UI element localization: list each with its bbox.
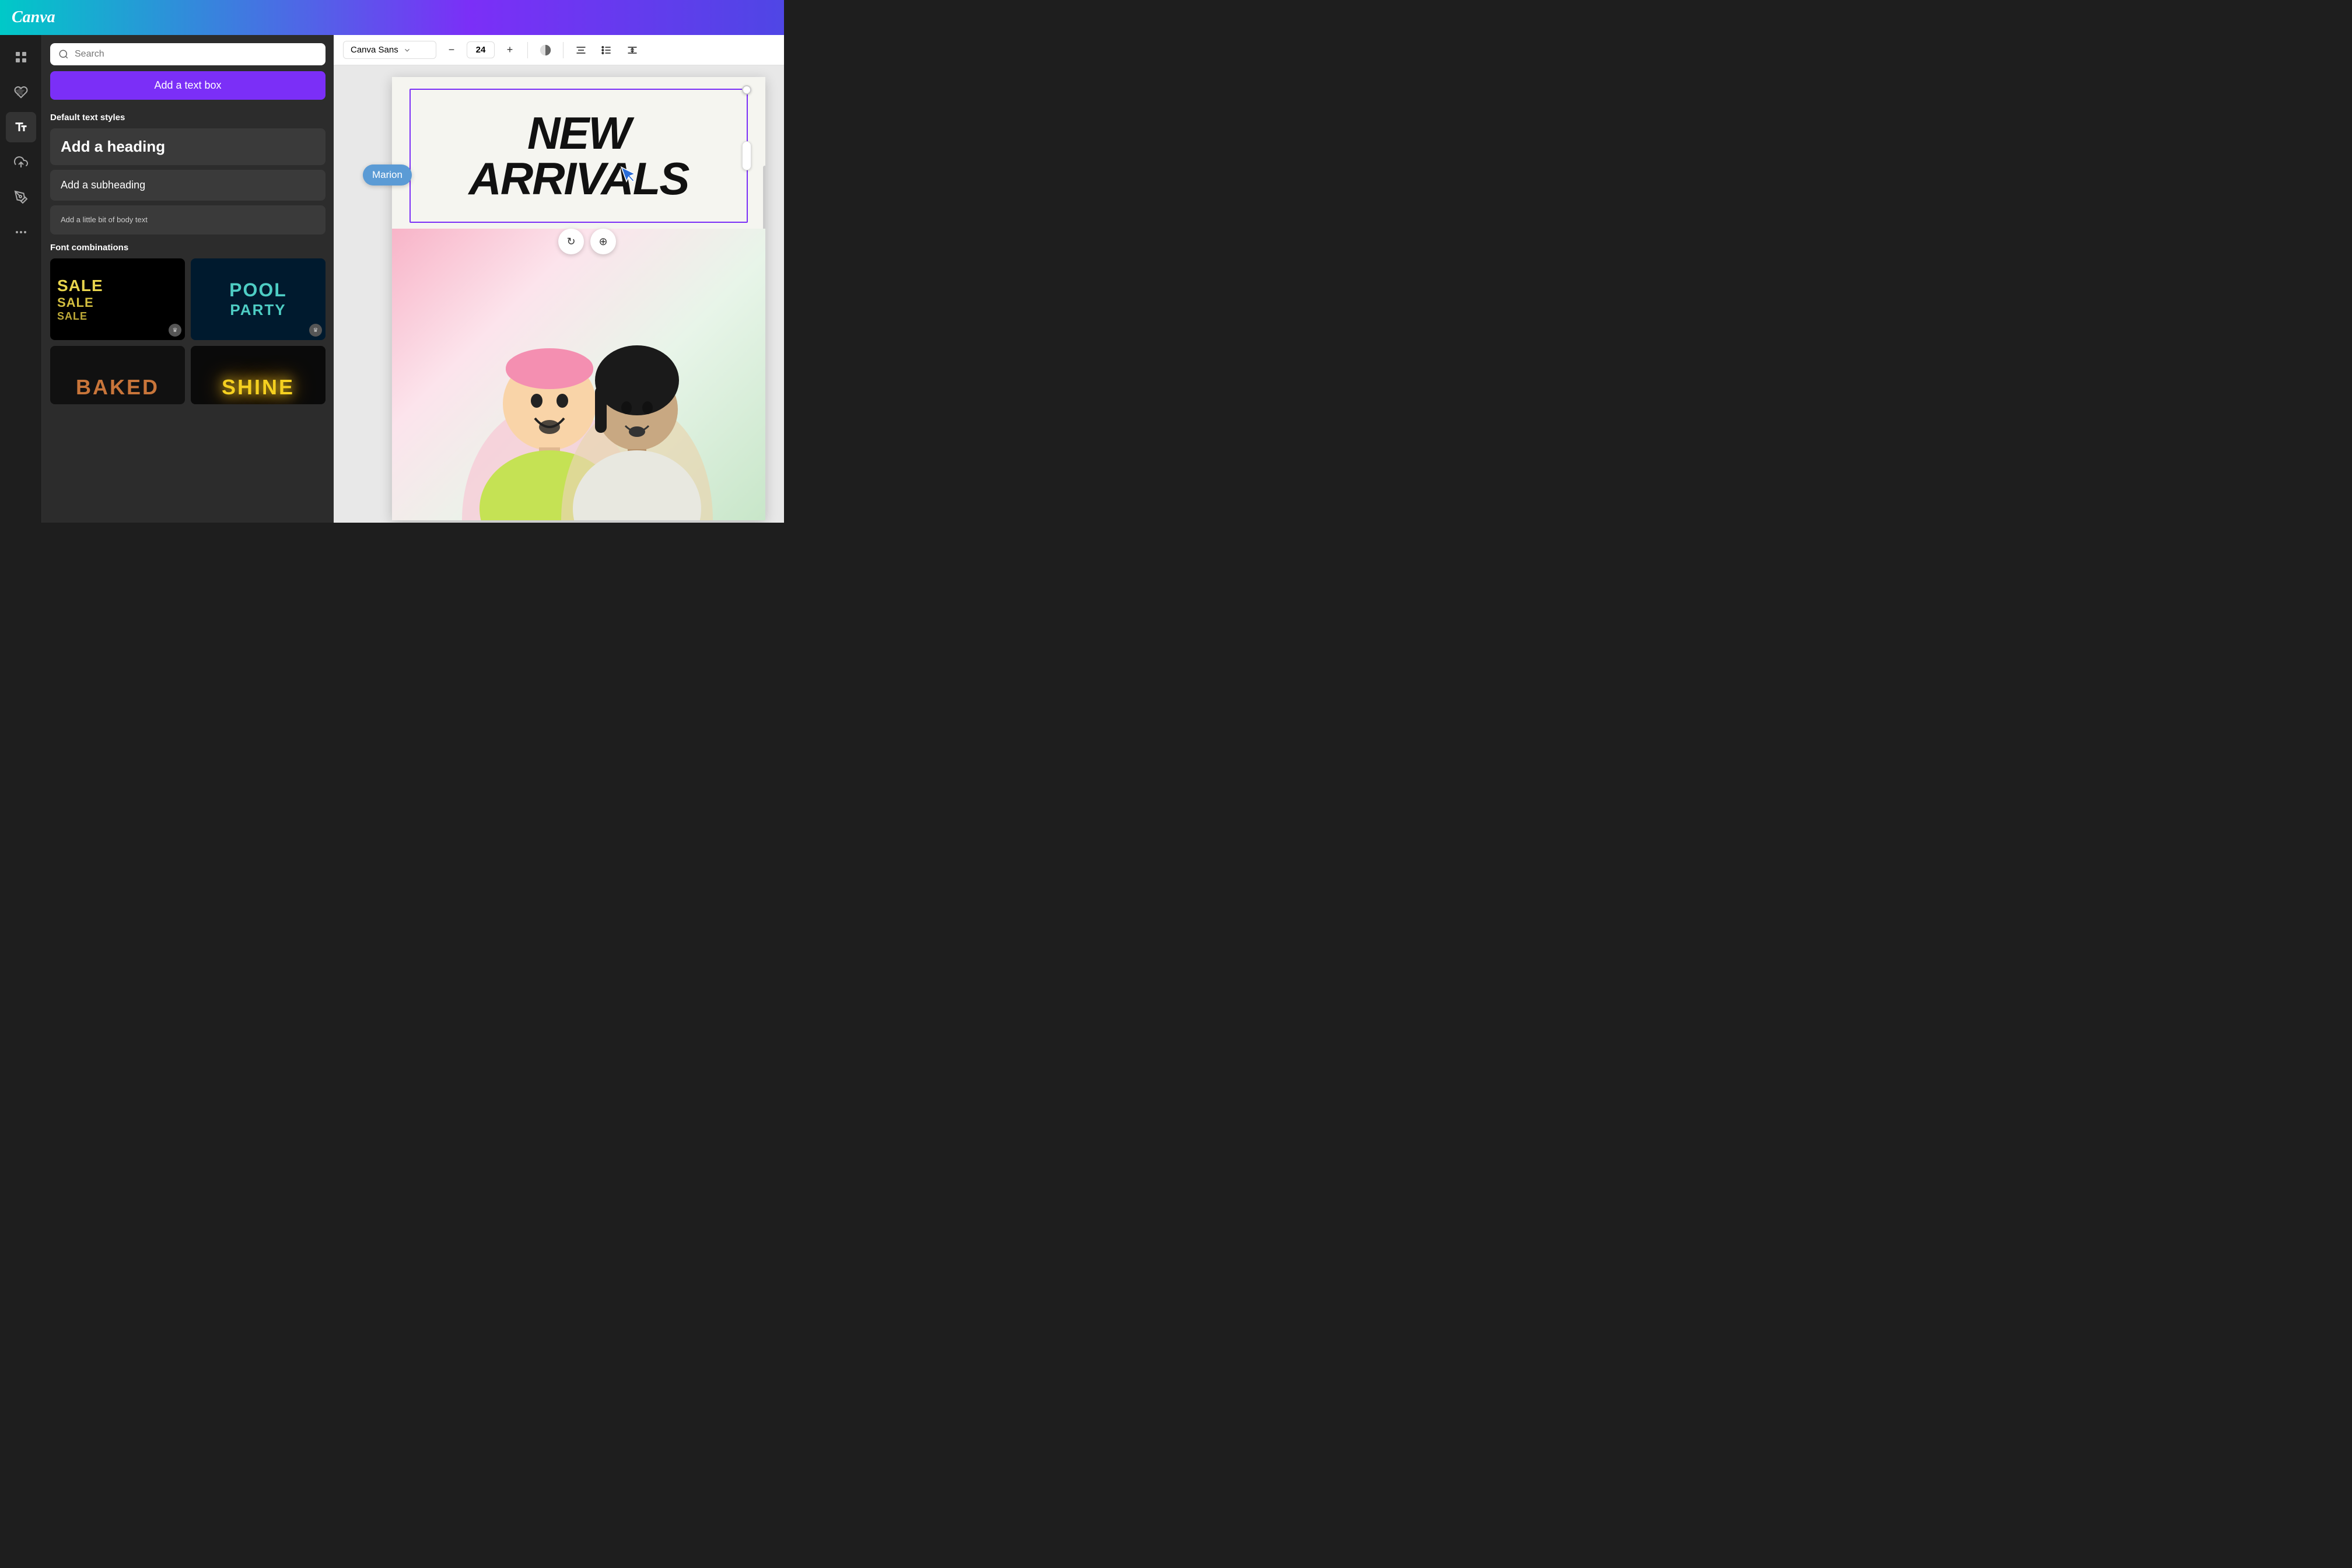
spacing-icon <box>626 44 638 56</box>
crown-badge-sale: ♛ <box>169 324 181 337</box>
sidebar-item-apps[interactable] <box>6 217 36 247</box>
icon-bar <box>0 35 42 523</box>
font-combo-shine[interactable]: SHINE <box>191 346 326 404</box>
sale-line-2: SALE <box>57 295 94 310</box>
font-combos-title: Font combinations <box>50 243 326 253</box>
font-combos-grid: SALE SALE SALE ♛ POOL PARTY ♛ <box>50 258 326 340</box>
add-heading-item[interactable]: Add a heading <box>50 128 326 165</box>
font-combo-baked[interactable]: BAKED <box>50 346 185 404</box>
heading-label: Add a heading <box>61 138 165 155</box>
canvas: NEWARRIVALS <box>392 77 765 520</box>
pool-line-1: POOL <box>229 279 287 301</box>
font-combos-bottom-grid: BAKED SHINE <box>50 346 326 404</box>
font-combos-section: Font combinations SALE SALE SALE ♛ POOL … <box>50 243 326 404</box>
sidebar-item-elements[interactable] <box>6 77 36 107</box>
panel-content: Default text styles Add a heading Add a … <box>42 108 334 523</box>
toolbar: Canva Sans − + <box>334 35 784 65</box>
font-family-label: Canva Sans <box>351 45 398 55</box>
crown-badge-pool: ♛ <box>309 324 322 337</box>
default-styles-title: Default text styles <box>50 113 326 123</box>
style-icon <box>539 44 552 57</box>
sale-line-1: SALE <box>57 276 103 295</box>
move-control[interactable]: ⊕ <box>590 229 616 254</box>
resize-handle-top-right[interactable] <box>742 85 751 94</box>
sidebar-item-draw[interactable] <box>6 182 36 212</box>
left-panel: Add a text box Default text styles Add a… <box>42 35 334 523</box>
sidebar-item-grid[interactable] <box>6 42 36 72</box>
subheading-label: Add a subheading <box>61 179 145 191</box>
sidebar-item-text[interactable] <box>6 112 36 142</box>
resize-handle-right[interactable] <box>742 141 751 170</box>
font-family-selector[interactable]: Canva Sans <box>343 41 436 59</box>
add-subheading-item[interactable]: Add a subheading <box>50 170 326 201</box>
rotate-control[interactable]: ↻ <box>558 229 584 254</box>
align-center-button[interactable] <box>570 40 592 61</box>
search-bar <box>50 43 326 65</box>
list-icon <box>601 44 612 56</box>
dropdown-arrow-icon <box>403 46 411 54</box>
font-tooltip: Marion <box>363 164 412 186</box>
canvas-background: NEWARRIVALS <box>392 77 765 520</box>
add-body-item[interactable]: Add a little bit of body text <box>50 205 326 235</box>
main-layout: Add a text box Default text styles Add a… <box>0 35 784 523</box>
font-size-input[interactable] <box>467 41 495 58</box>
sidebar-item-upload[interactable] <box>6 147 36 177</box>
font-size-increase-button[interactable]: + <box>499 40 520 61</box>
top-bar: Canva <box>0 0 784 35</box>
canvas-text-content[interactable]: NEWARRIVALS <box>469 110 689 201</box>
font-combo-sale[interactable]: SALE SALE SALE ♛ <box>50 258 185 340</box>
text-box-selected[interactable]: NEWARRIVALS <box>410 89 748 223</box>
sale-line-3: SALE <box>57 310 88 323</box>
search-icon <box>58 49 69 60</box>
pool-line-2: PARTY <box>230 301 286 319</box>
search-input[interactable] <box>75 49 317 60</box>
align-center-icon <box>575 44 587 56</box>
canvas-area: NEWARRIVALS <box>334 65 784 523</box>
body-label: Add a little bit of body text <box>61 215 148 224</box>
right-area: Canva Sans − + <box>334 35 784 523</box>
people-illustration <box>433 287 724 520</box>
shine-text: SHINE <box>222 375 295 400</box>
font-size-decrease-button[interactable]: − <box>441 40 462 61</box>
add-text-box-button[interactable]: Add a text box <box>50 71 326 100</box>
font-combo-pool-party[interactable]: POOL PARTY ♛ <box>191 258 326 340</box>
canva-logo: Canva <box>12 8 55 27</box>
list-button[interactable] <box>596 40 617 61</box>
text-style-button[interactable] <box>535 40 556 61</box>
toolbar-divider-1 <box>527 42 528 58</box>
tooltip-label: Marion <box>372 169 402 180</box>
spacing-button[interactable] <box>622 40 643 61</box>
canvas-photo <box>392 229 765 520</box>
baked-text: BAKED <box>76 375 159 400</box>
toolbar-divider-2 <box>563 42 564 58</box>
